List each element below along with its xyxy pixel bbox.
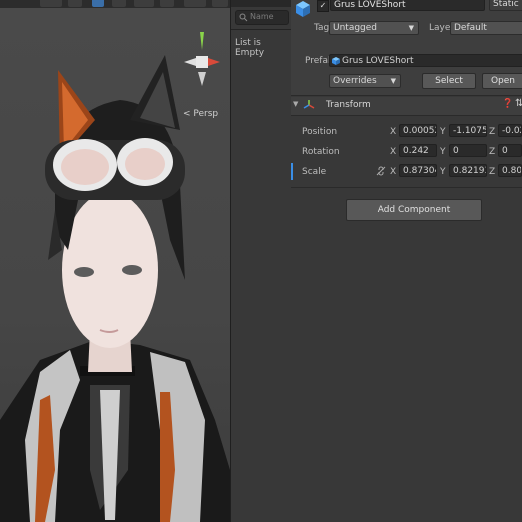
prefab-small-icon — [332, 57, 340, 65]
x-axis-label[interactable]: X — [390, 147, 396, 157]
rotation-x-field[interactable]: 0.242 — [399, 144, 437, 157]
empty-list-message: List is Empty — [235, 38, 265, 58]
hierarchy-tab-strip[interactable] — [231, 0, 291, 7]
chevron-down-icon: ▼ — [390, 77, 396, 85]
search-icon — [239, 13, 248, 22]
chevron-down-icon: ▼ — [408, 24, 414, 32]
gizmo-center-cube[interactable] — [196, 56, 208, 68]
transform-icon — [303, 100, 315, 109]
inspector-panel: ✓ Grus LOVEShort Static Tag Untagged ▼ La… — [291, 0, 522, 522]
z-axis-label[interactable]: Z — [489, 167, 495, 177]
z-axis-label[interactable]: Z — [489, 147, 495, 157]
rotation-label[interactable]: Rotation — [302, 147, 340, 157]
settings-sliders-icon[interactable]: ⇅ — [515, 98, 522, 109]
x-axis-cone[interactable] — [208, 58, 220, 66]
position-z-field[interactable]: -0.022 — [498, 124, 522, 137]
y-axis-label[interactable]: Y — [440, 167, 446, 177]
x-axis-label[interactable]: X — [390, 127, 396, 137]
scale-x-field[interactable]: 0.873047 — [399, 164, 437, 177]
tag-value: Untagged — [333, 23, 378, 33]
prefab-cube-icon — [296, 1, 310, 17]
scene-view[interactable]: < Persp — [0, 0, 230, 522]
layer-dropdown[interactable]: Default — [450, 21, 522, 35]
overrides-label: Overrides — [333, 76, 377, 86]
position-label[interactable]: Position — [302, 127, 337, 137]
scale-label[interactable]: Scale — [302, 167, 326, 177]
y-axis-label[interactable]: Y — [440, 147, 446, 157]
position-y-field[interactable]: -1.107505 — [449, 124, 487, 137]
scene-orientation-gizmo[interactable] — [180, 28, 224, 94]
divider — [291, 187, 522, 188]
projection-label[interactable]: < Persp — [183, 109, 218, 119]
object-name-field[interactable]: Grus LOVEShort — [330, 0, 485, 11]
active-checkbox[interactable]: ✓ — [317, 0, 329, 12]
static-label: Static — [493, 0, 519, 9]
layer-value: Default — [454, 23, 487, 33]
rotation-z-field[interactable]: 0 — [498, 144, 522, 157]
overrides-dropdown[interactable]: Overrides ▼ — [329, 74, 401, 88]
constrain-proportions-icon[interactable] — [376, 166, 386, 176]
static-dropdown[interactable]: Static — [489, 0, 522, 11]
x-axis-label[interactable]: X — [390, 167, 396, 177]
z-axis-cone[interactable] — [198, 72, 206, 86]
divider — [231, 29, 291, 30]
prefab-asset-field[interactable]: Grus LOVEShort — [329, 54, 522, 67]
tag-label: Tag — [314, 23, 330, 33]
search-placeholder: Name — [250, 12, 274, 21]
z-axis-label[interactable]: Z — [489, 127, 495, 137]
transform-title: Transform — [326, 100, 371, 110]
help-icon[interactable]: ❓ — [502, 99, 513, 109]
y-axis-cone[interactable] — [200, 32, 204, 50]
scale-z-field[interactable]: 0.8016 — [498, 164, 522, 177]
transform-component-header[interactable]: ▼ Transform ❓ ⇅ — [291, 97, 522, 116]
prefab-asset-name: Grus LOVEShort — [342, 56, 414, 66]
hierarchy-search-input[interactable]: Name — [235, 10, 289, 25]
position-x-field[interactable]: 0.000523 — [399, 124, 437, 137]
y-axis-label[interactable]: Y — [440, 127, 446, 137]
add-component-button[interactable]: Add Component — [346, 199, 482, 221]
tag-dropdown[interactable]: Untagged ▼ — [329, 21, 419, 35]
open-button[interactable]: Open — [482, 73, 522, 89]
modified-indicator — [291, 163, 293, 180]
hierarchy-panel: Name List is Empty — [230, 0, 292, 522]
select-button[interactable]: Select — [422, 73, 476, 89]
scale-y-field[interactable]: 0.821932 — [449, 164, 487, 177]
foldout-arrow-icon[interactable]: ▼ — [293, 100, 298, 108]
rotation-y-field[interactable]: 0 — [449, 144, 487, 157]
